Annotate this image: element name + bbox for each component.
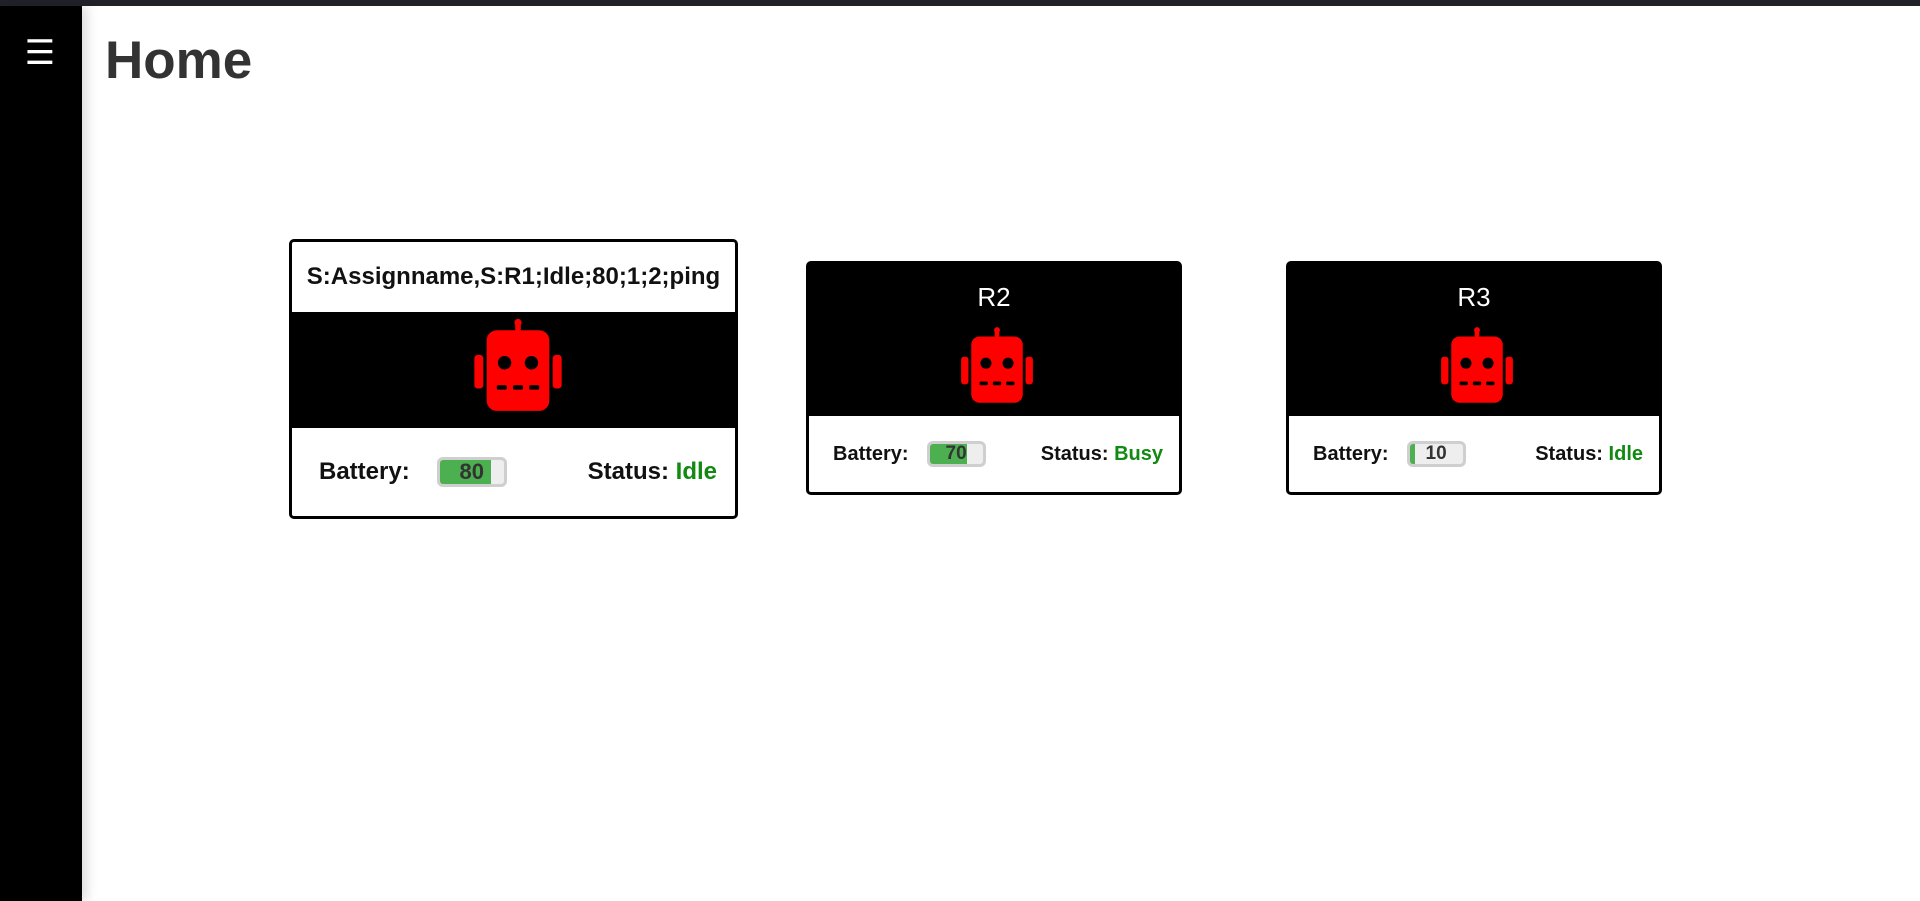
status-label: Status: [587,458,669,485]
status-group: Status: Busy [1041,443,1163,466]
status-value: Busy [1114,442,1163,465]
page-title: Home [105,31,253,90]
top-bar [0,0,1920,6]
robot-card[interactable]: R2 Battery: 70 Status: Busy [806,261,1182,495]
status-group: Status: Idle [588,458,717,486]
status-group: Status: Idle [1535,443,1643,466]
battery-group: Battery: 10 [1313,441,1466,467]
robot-card-footer: Battery: 10 Status: Idle [1289,416,1659,492]
battery-group: Battery: 70 [833,441,986,467]
robot-icon [474,318,562,411]
battery-value: 10 [1425,443,1447,464]
robot-card-footer: Battery: 80 Status: Idle [292,428,735,516]
battery-indicator: 10 [1406,441,1466,467]
battery-label: Battery: [319,458,410,485]
robot-name: R3 [1457,282,1491,312]
robot-name: R2 [977,282,1011,312]
battery-group: Battery: 80 [319,457,507,487]
robot-card-footer: Battery: 70 Status: Busy [809,416,1179,492]
robot-name: S:Assignname,S:R1;Idle;80;1;2;ping [292,242,735,312]
battery-label: Battery: [833,442,909,465]
hamburger-menu-icon[interactable]: ☰ [22,36,58,72]
robot-card[interactable]: S:Assignname,S:R1;Idle;80;1;2;ping Batte… [289,239,738,519]
status-label: Status: [1535,442,1603,465]
robot-icon [1441,327,1513,403]
battery-value: 70 [945,443,967,464]
battery-label: Battery: [1313,442,1389,465]
battery-indicator: 70 [926,441,986,467]
status-value: Idle [675,458,717,485]
status-label: Status: [1040,442,1109,465]
sidebar: ☰ [0,6,82,901]
robot-card[interactable]: R3 Battery: 10 Status: Idle [1286,261,1662,495]
battery-value: 80 [459,459,484,484]
robot-icon [961,327,1033,403]
status-value: Idle [1608,442,1643,465]
battery-indicator: 80 [436,457,507,487]
